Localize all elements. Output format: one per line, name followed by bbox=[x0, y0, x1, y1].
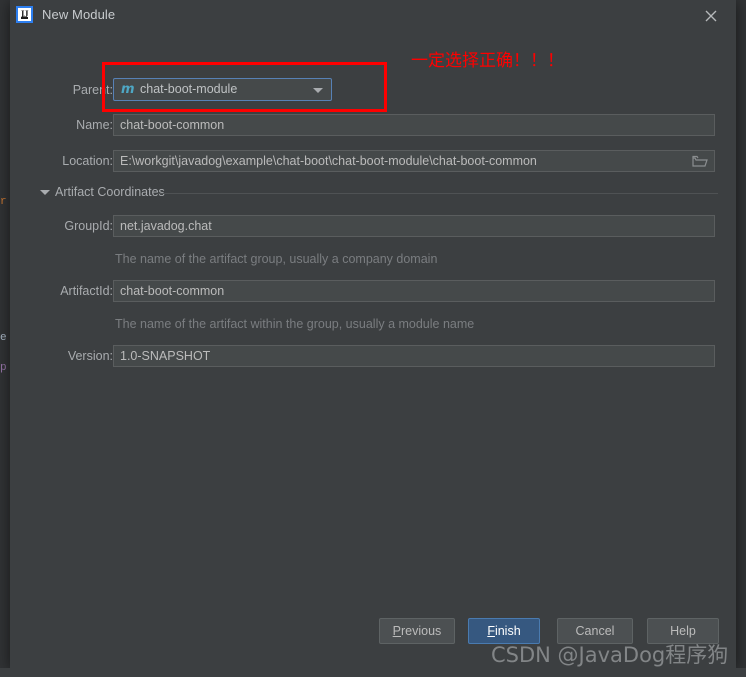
triangle-down-icon bbox=[40, 190, 50, 195]
previous-button[interactable]: Previous bbox=[379, 618, 455, 644]
group-id-input[interactable]: net.javadog.chat bbox=[113, 215, 715, 237]
artifact-id-label: ArtifactId: bbox=[60, 284, 113, 298]
new-module-dialog: IJ New Module Parent: m chat-boot-module… bbox=[10, 0, 736, 668]
section-divider bbox=[158, 193, 718, 194]
dialog-button-bar: Previous Finish Cancel Help bbox=[10, 618, 736, 658]
cancel-button-label: Cancel bbox=[575, 624, 615, 638]
finish-button-mnemonic: F bbox=[487, 624, 495, 638]
finish-button[interactable]: Finish bbox=[468, 618, 540, 644]
dialog-title-bar: IJ New Module bbox=[10, 0, 736, 31]
help-button-label: Help bbox=[670, 624, 696, 638]
parent-combobox[interactable]: m chat-boot-module bbox=[113, 78, 332, 101]
artifact-id-input[interactable]: chat-boot-common bbox=[113, 280, 715, 302]
parent-combobox-value: chat-boot-module bbox=[140, 82, 238, 96]
group-id-hint: The name of the artifact group, usually … bbox=[115, 252, 438, 266]
annotation-text: 一定选择正确！！！ bbox=[411, 51, 564, 71]
name-label: Name: bbox=[76, 118, 113, 132]
close-icon[interactable] bbox=[700, 5, 722, 27]
artifact-coordinates-title: Artifact Coordinates bbox=[55, 185, 165, 199]
ide-code-fragment: e bbox=[0, 332, 7, 344]
maven-module-icon: m bbox=[121, 82, 135, 97]
intellij-idea-icon: IJ bbox=[16, 6, 33, 23]
chevron-down-icon bbox=[313, 88, 323, 93]
ide-code-fragment: p bbox=[0, 362, 7, 374]
finish-button-label: inish bbox=[494, 624, 521, 638]
dialog-bottom-edge bbox=[0, 668, 746, 677]
parent-label: Parent: bbox=[72, 83, 113, 97]
name-input[interactable]: chat-boot-common bbox=[113, 114, 715, 136]
location-label: Location: bbox=[62, 154, 113, 168]
previous-button-mnemonic: P bbox=[392, 624, 402, 638]
module-form: Parent: m chat-boot-module Name: chat-bo… bbox=[10, 31, 736, 611]
page-title: New Module bbox=[42, 7, 116, 22]
location-input-value: E:\workgit\javadog\example\chat-boot\cha… bbox=[120, 154, 537, 168]
help-button[interactable]: Help bbox=[647, 618, 719, 644]
cancel-button[interactable]: Cancel bbox=[557, 618, 633, 644]
version-label: Version: bbox=[67, 349, 113, 363]
group-id-label: GroupId: bbox=[64, 219, 113, 233]
ide-code-fragment: r bbox=[0, 196, 7, 208]
artifact-id-hint: The name of the artifact within the grou… bbox=[115, 317, 475, 331]
previous-button-label: revious bbox=[401, 624, 442, 638]
version-input[interactable]: 1.0-SNAPSHOT bbox=[113, 345, 715, 367]
folder-open-icon[interactable] bbox=[692, 154, 708, 169]
location-input[interactable]: E:\workgit\javadog\example\chat-boot\cha… bbox=[113, 150, 715, 172]
